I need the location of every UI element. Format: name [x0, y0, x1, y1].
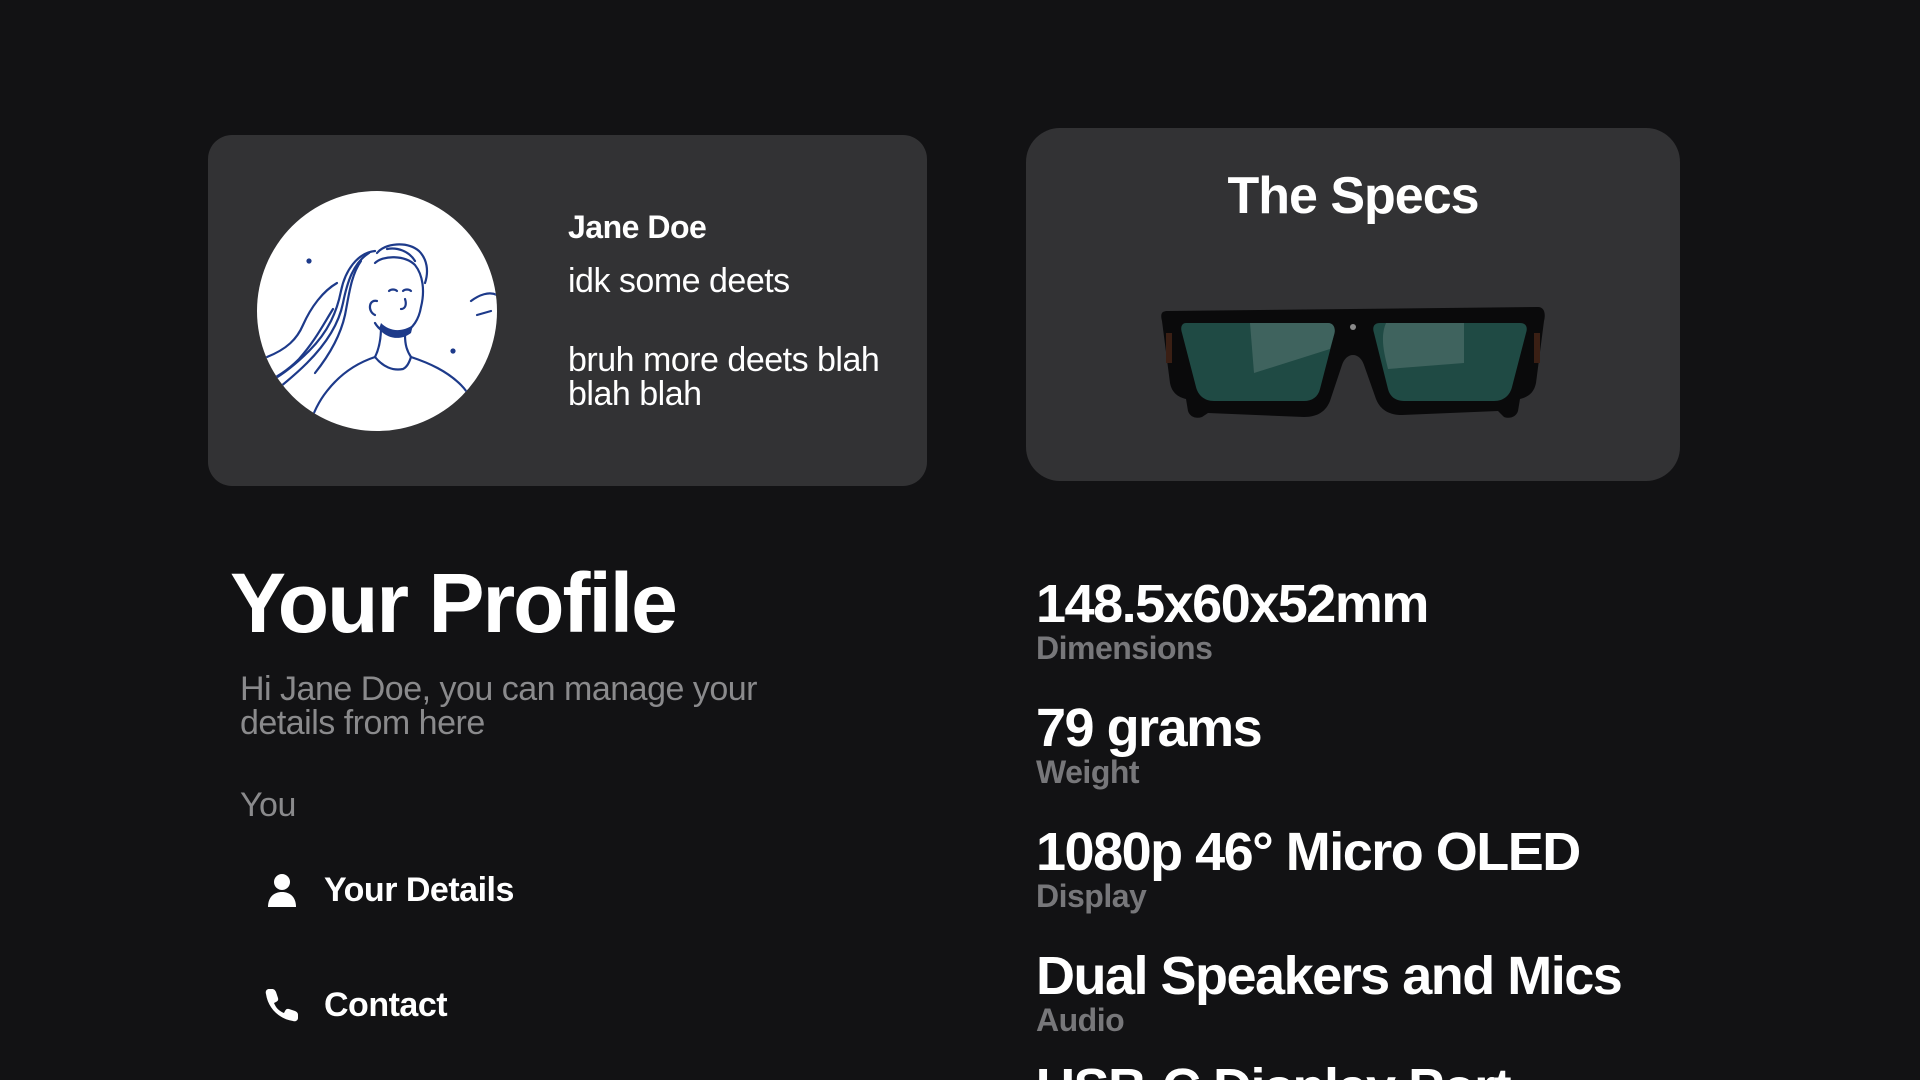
avatar-illustration-icon — [261, 243, 497, 429]
spec-audio: Dual Speakers and Mics Audio — [1036, 946, 1623, 1038]
glasses-image — [1158, 293, 1548, 443]
section-label-you: You — [240, 786, 296, 824]
nav-item-contact[interactable]: Contact — [262, 981, 448, 1029]
spec-label: Display — [1036, 878, 1147, 914]
specs-card: The Specs — [1026, 128, 1680, 481]
page-title: Your Profile — [230, 556, 678, 650]
spec-label: Dimensions — [1036, 630, 1213, 666]
nav-item-label: Your Details — [324, 870, 514, 909]
spec-display: 1080p 46° Micro OLED Display — [1036, 822, 1581, 914]
spec-value: Dual Speakers and Mics — [1036, 946, 1623, 1006]
spec-value: 1080p 46° Micro OLED — [1036, 822, 1581, 882]
spec-label: Weight — [1036, 754, 1140, 790]
page: Jane Doe idk some deets bruh more deets … — [0, 0, 1920, 1080]
nav-item-your-details[interactable]: Your Details — [262, 866, 514, 914]
spec-value: USB-C Display Port — [1036, 1060, 1512, 1080]
spec-value: 79 grams — [1036, 698, 1263, 758]
page-subtitle: Hi Jane Doe, you can manage your details… — [240, 670, 757, 742]
profile-card: Jane Doe idk some deets bruh more deets … — [208, 135, 927, 486]
glasses-icon — [1161, 307, 1545, 418]
phone-icon — [262, 985, 302, 1025]
avatar — [257, 191, 497, 431]
spec-dimensions: 148.5x60x52mm Dimensions — [1036, 574, 1429, 666]
nav-item-label: Contact — [324, 985, 448, 1024]
spec-label: Audio — [1036, 1002, 1125, 1038]
specs-title: The Specs — [1227, 167, 1479, 225]
spec-ports: USB-C Display Port — [1036, 1060, 1512, 1080]
person-icon — [262, 870, 302, 910]
spec-value: 148.5x60x52mm — [1036, 574, 1429, 634]
profile-detail-line: idk some deets — [568, 262, 790, 300]
spec-weight: 79 grams Weight — [1036, 698, 1263, 790]
profile-name: Jane Doe — [568, 209, 707, 245]
profile-detail-line-2: bruh more deets blah blah blah — [568, 341, 880, 413]
